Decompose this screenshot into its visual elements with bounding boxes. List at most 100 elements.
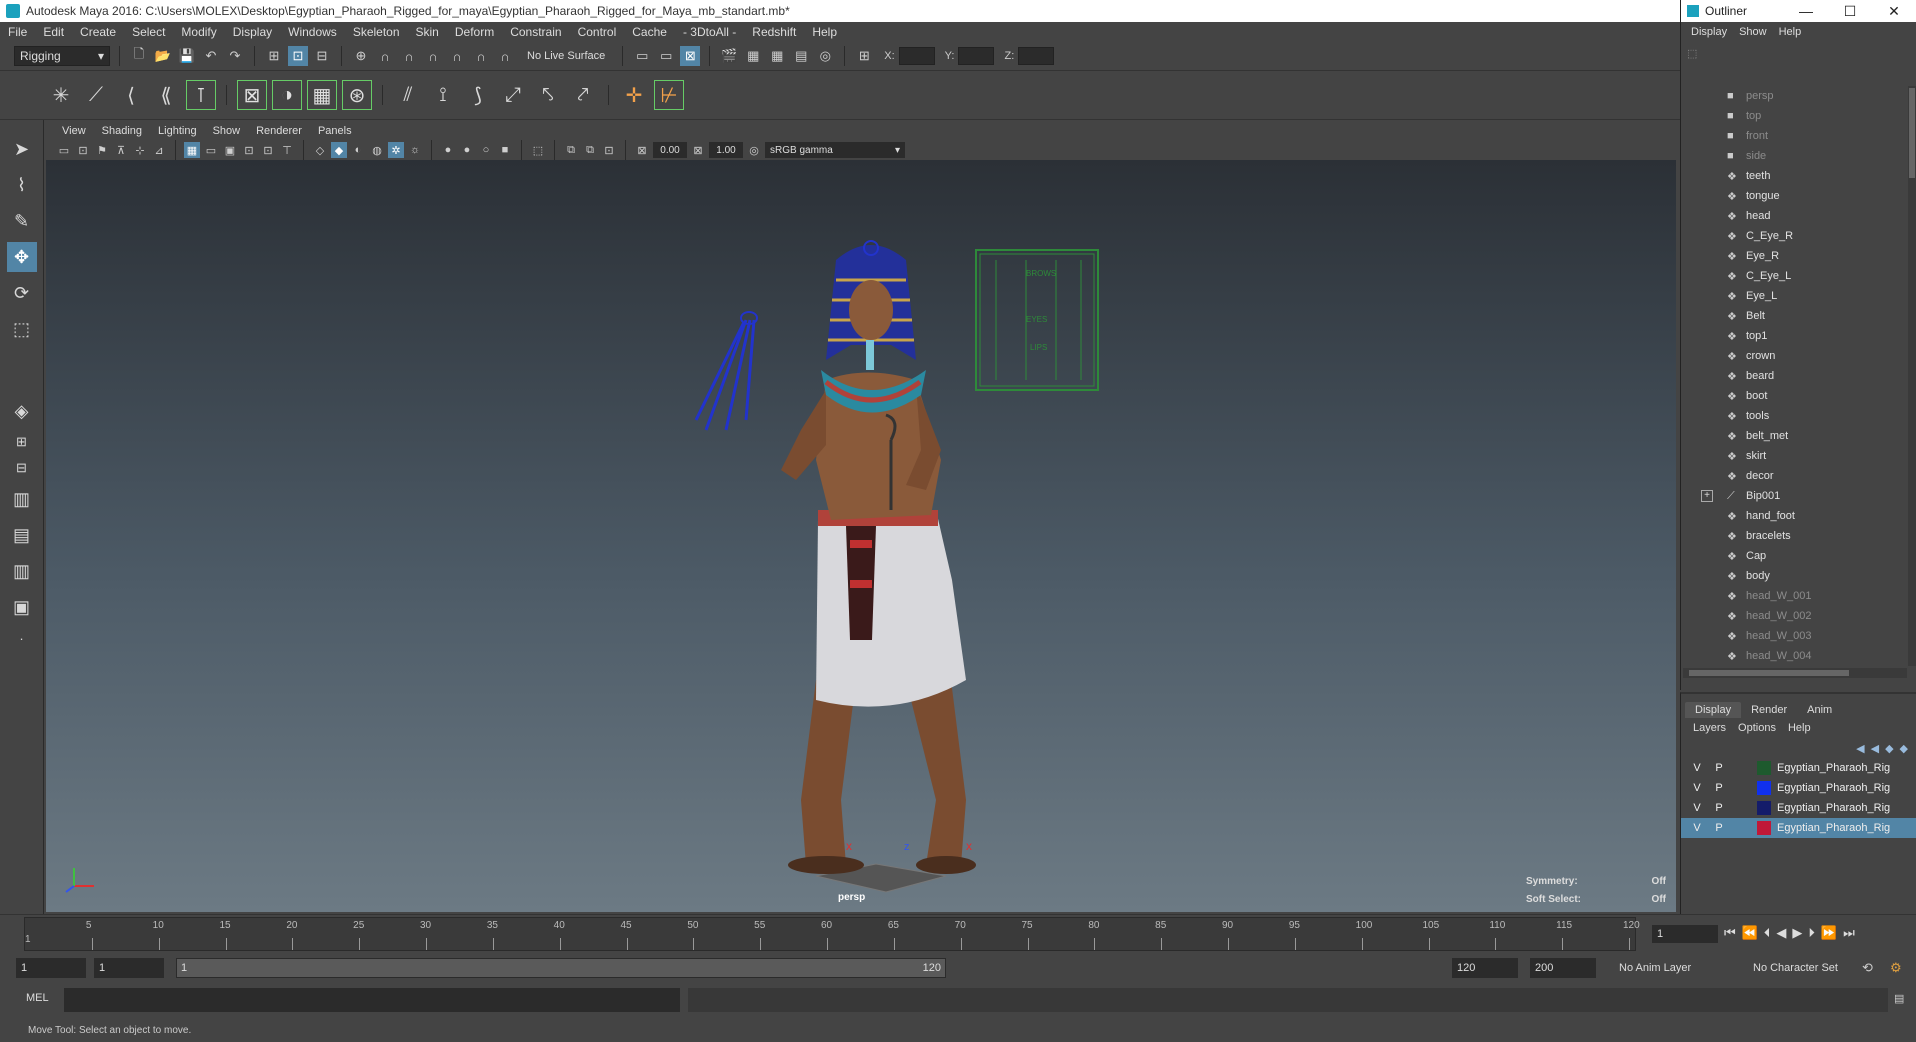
uv-layout-icon[interactable]: ▣ bbox=[7, 592, 37, 622]
outliner-filter[interactable]: ⬚ bbox=[1687, 44, 1910, 62]
construction-history-icon[interactable]: ⊠ bbox=[680, 46, 701, 66]
output-ops-icon[interactable]: ▭ bbox=[656, 46, 676, 66]
redo-icon[interactable]: ↷ bbox=[225, 46, 245, 66]
live-surface-label[interactable]: No Live Surface bbox=[527, 50, 605, 62]
select-object-icon[interactable]: ⊡ bbox=[288, 46, 308, 66]
grid-toggle-icon[interactable]: ⊹ bbox=[132, 142, 148, 158]
menu-help[interactable]: Help bbox=[804, 25, 845, 39]
color-space-dropdown[interactable]: sRGB gamma ▾ bbox=[765, 142, 905, 158]
ik-handle-icon[interactable]: ⟋ bbox=[81, 80, 111, 110]
outliner-item[interactable]: + ⟋ Bip001 bbox=[1681, 486, 1907, 506]
layer-row[interactable]: V P Egyptian_Pharaoh_Rig bbox=[1681, 778, 1916, 798]
xray-icon[interactable]: ⧉ bbox=[563, 142, 579, 158]
open-scene-icon[interactable]: 📂 bbox=[153, 46, 173, 66]
lattice-icon[interactable]: ◑ bbox=[272, 80, 302, 110]
live-surface-icon[interactable]: ∩ bbox=[495, 46, 515, 66]
layer-playback-toggle[interactable]: P bbox=[1709, 779, 1729, 797]
layer-playback-toggle[interactable]: P bbox=[1709, 819, 1729, 837]
play-forward-icon[interactable]: ▶ bbox=[1792, 925, 1802, 941]
scroll-thumb[interactable] bbox=[1689, 670, 1849, 676]
layer-menu-help[interactable]: Help bbox=[1782, 722, 1817, 734]
paint-select-tool-icon[interactable]: ✎ bbox=[7, 206, 37, 236]
animation-end-field[interactable]: 200 bbox=[1530, 958, 1596, 978]
menu-edit[interactable]: Edit bbox=[35, 25, 72, 39]
bind-skin-icon[interactable]: ⫽ bbox=[393, 80, 423, 110]
minimize-icon[interactable]: — bbox=[1784, 3, 1828, 20]
multisample-aa-icon[interactable]: ○ bbox=[478, 142, 494, 158]
outliner-item[interactable]: ❖ beard bbox=[1681, 366, 1907, 386]
outliner-item[interactable]: ❖ Eye_R bbox=[1681, 246, 1907, 266]
cluster-icon[interactable]: ⊠ bbox=[237, 80, 267, 110]
menu-modify[interactable]: Modify bbox=[173, 25, 224, 39]
render-settings-icon[interactable]: ▤ bbox=[791, 46, 811, 66]
outliner-item[interactable]: ❖ C_Eye_R bbox=[1681, 226, 1907, 246]
side-by-side-layout-icon[interactable]: ⊟ bbox=[7, 458, 37, 478]
new-scene-icon[interactable]: 🗋 bbox=[129, 46, 149, 66]
menuset-dropdown[interactable]: Rigging ▾ bbox=[14, 46, 110, 66]
flail-prop[interactable] bbox=[694, 311, 758, 431]
outliner-item[interactable]: ❖ tongue bbox=[1681, 186, 1907, 206]
point-constraint-icon[interactable]: ⤣ bbox=[533, 80, 563, 110]
new-layer-icon[interactable]: ◆ bbox=[1885, 742, 1893, 755]
layer-menu-layers[interactable]: Layers bbox=[1687, 722, 1732, 734]
outliner-vertical-scrollbar[interactable] bbox=[1908, 86, 1916, 666]
outliner-item[interactable]: ❖ decor bbox=[1681, 466, 1907, 486]
layer-visibility-toggle[interactable]: V bbox=[1687, 819, 1707, 837]
hypershade-icon[interactable]: ◎ bbox=[815, 46, 835, 66]
move-tool-icon[interactable]: ✥ bbox=[6, 242, 37, 272]
outliner-item[interactable]: ❖ top1 bbox=[1681, 326, 1907, 346]
layer-playback-toggle[interactable]: P bbox=[1709, 759, 1729, 777]
snap-vertex-icon[interactable]: ∩ bbox=[471, 46, 491, 66]
render-current-icon[interactable]: ▦ bbox=[743, 46, 763, 66]
layer-color-swatch[interactable] bbox=[1757, 781, 1771, 795]
xray-joints-icon[interactable]: ⧉ bbox=[582, 142, 598, 158]
menu-skin[interactable]: Skin bbox=[408, 25, 447, 39]
range-bar[interactable]: 1 120 bbox=[176, 958, 946, 978]
layer-visibility-toggle[interactable]: V bbox=[1687, 799, 1707, 817]
outliner-item[interactable]: ❖ hand_foot bbox=[1681, 506, 1907, 526]
wrap-icon[interactable]: ▦ bbox=[307, 80, 337, 110]
outliner-item[interactable]: ■ persp bbox=[1681, 86, 1907, 106]
textured-icon[interactable]: ◍ bbox=[369, 142, 385, 158]
wireframe-shading-icon[interactable]: ◇ bbox=[312, 142, 328, 158]
lasso-tool-icon[interactable]: ⌇ bbox=[7, 170, 37, 200]
parent-constraint-icon[interactable]: ⤢ bbox=[498, 80, 528, 110]
character-set-dropdown[interactable]: No Character Set bbox=[1748, 958, 1868, 978]
ik-spline-icon[interactable]: ⟨ bbox=[116, 80, 146, 110]
menu-redshift[interactable]: Redshift bbox=[744, 25, 804, 39]
outliner-item[interactable]: ❖ Eye_L bbox=[1681, 286, 1907, 306]
outliner-item[interactable]: ■ side bbox=[1681, 146, 1907, 166]
pole-vector-icon[interactable]: ⊬ bbox=[654, 80, 684, 110]
playback-end-field[interactable]: 120 bbox=[1452, 958, 1518, 978]
current-frame-field[interactable]: 1 bbox=[1652, 925, 1718, 943]
use-all-lights-icon[interactable]: ✲ bbox=[388, 142, 404, 158]
transform-constraint-icon[interactable]: ⊞ bbox=[854, 46, 874, 66]
film-gate-icon[interactable]: ⊿ bbox=[151, 142, 167, 158]
outliner-item[interactable]: ❖ head_W_004 bbox=[1681, 646, 1907, 666]
outliner-item[interactable]: ❖ bracelets bbox=[1681, 526, 1907, 546]
layer-color-swatch[interactable] bbox=[1757, 801, 1771, 815]
snap-curve-icon[interactable]: ∩ bbox=[375, 46, 395, 66]
layer-visibility-toggle[interactable]: V bbox=[1687, 759, 1707, 777]
anim-layer-dropdown[interactable]: No Anim Layer bbox=[1614, 958, 1734, 978]
panel-menu-view[interactable]: View bbox=[54, 125, 94, 137]
right-foot-locator[interactable]: x bbox=[966, 839, 972, 853]
perspective-viewport[interactable]: BROWS EYES LIPS x x z persp Symmetry: Of… bbox=[46, 160, 1676, 912]
paint-weights-icon[interactable]: ⟟ bbox=[428, 80, 458, 110]
command-input[interactable] bbox=[64, 988, 680, 1012]
snap-surface-icon[interactable]: ∩ bbox=[447, 46, 467, 66]
single-pane-layout-icon[interactable]: ◈ bbox=[7, 396, 37, 426]
snap-view-icon[interactable]: ∩ bbox=[423, 46, 443, 66]
layer-row[interactable]: V P Egyptian_Pharaoh_Rig bbox=[1681, 798, 1916, 818]
four-pane-layout-icon[interactable]: ⊞ bbox=[7, 432, 37, 452]
layer-display-type-toggle[interactable] bbox=[1731, 799, 1751, 817]
left-foot-locator[interactable]: x bbox=[846, 839, 852, 853]
panel-menu-show[interactable]: Show bbox=[205, 125, 249, 137]
undo-icon[interactable]: ↶ bbox=[201, 46, 221, 66]
outliner-item[interactable]: ❖ Cap bbox=[1681, 546, 1907, 566]
go-to-start-icon[interactable]: ⏮ bbox=[1724, 925, 1736, 941]
outliner-item[interactable]: ❖ head_W_003 bbox=[1681, 626, 1907, 646]
depth-of-field-icon[interactable]: ■ bbox=[497, 142, 513, 158]
gamma-field[interactable]: 1.00 bbox=[709, 142, 743, 158]
menu-control[interactable]: Control bbox=[570, 25, 625, 39]
